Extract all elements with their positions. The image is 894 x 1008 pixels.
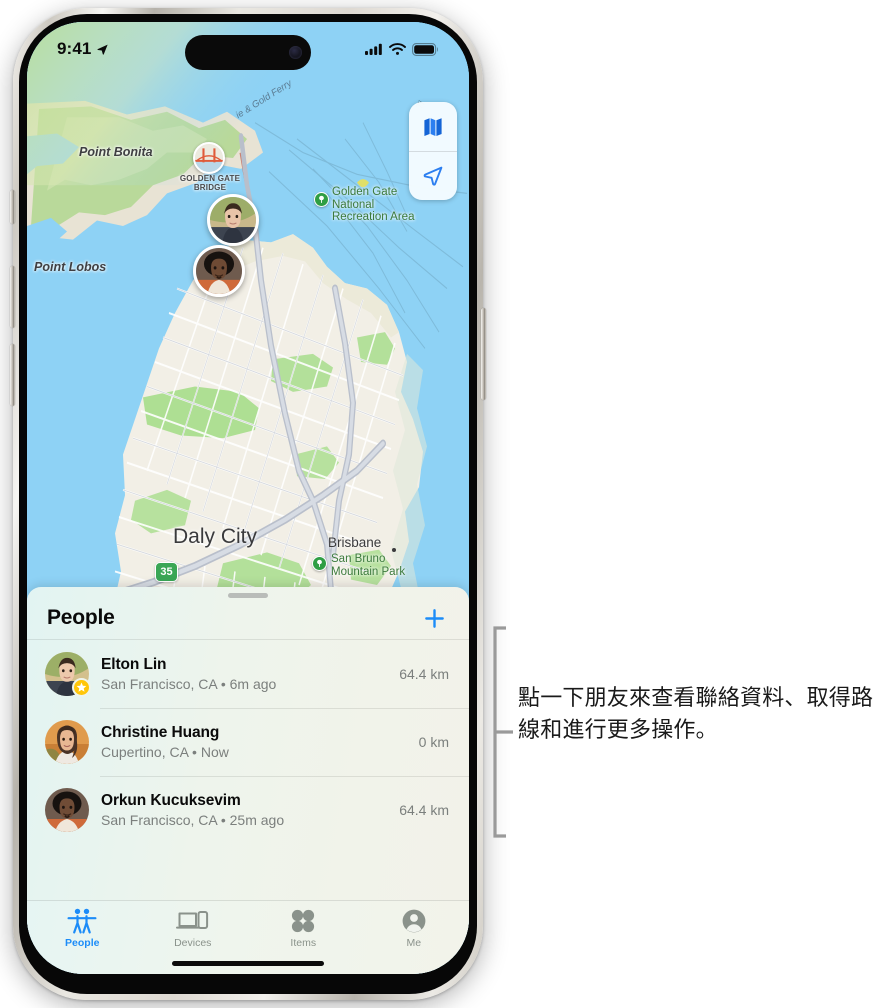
avatar-photo <box>45 788 89 832</box>
avatar-photo <box>45 720 89 764</box>
battery-full-icon <box>412 42 438 56</box>
folded-map-icon <box>424 117 442 136</box>
highway-shield-35: 35 <box>155 562 178 582</box>
four-dots-icon <box>292 909 315 933</box>
person-name: Christine Huang <box>101 723 220 741</box>
tree-icon <box>317 559 322 567</box>
home-indicator[interactable] <box>172 961 324 966</box>
person-distance: 64.4 km <box>399 802 449 818</box>
cellular-signal-icon <box>365 43 382 55</box>
status-bar-time-group: 9:41 <box>57 39 109 59</box>
power-button[interactable] <box>481 308 486 400</box>
tab-me[interactable]: Me <box>359 908 470 949</box>
avatar-photo <box>210 197 256 243</box>
map-avatar-orkun-kucuksevim[interactable] <box>193 245 245 297</box>
current-location-button[interactable] <box>409 151 457 200</box>
iphone-device-frame: Point Bonita Point Lobos ie & Gold Ferry… <box>10 8 486 1000</box>
person-name: Orkun Kucuksevim <box>101 791 241 809</box>
page-title: People <box>47 606 115 629</box>
volume-up-button[interactable] <box>10 266 15 328</box>
two-people-icon <box>67 908 97 934</box>
avatar <box>45 788 89 832</box>
tab-label: People <box>65 937 100 949</box>
tab-label: Me <box>406 937 422 949</box>
star-badge <box>72 678 91 697</box>
tab-items[interactable]: Items <box>248 908 359 949</box>
plus-icon <box>424 608 444 628</box>
volume-down-button[interactable] <box>10 344 15 406</box>
person-name: Elton Lin <box>101 655 167 673</box>
device-screen: Point Bonita Point Lobos ie & Gold Ferry… <box>27 22 469 974</box>
avatar-photo <box>196 248 242 294</box>
person-circle-icon <box>402 909 426 933</box>
tab-label: Items <box>290 937 317 949</box>
list-item[interactable]: Orkun Kucuksevim San Francisco, CA • 25m… <box>27 776 469 844</box>
add-person-button[interactable] <box>419 603 449 633</box>
navigation-arrow-icon <box>423 166 443 186</box>
san-bruno-park-pin[interactable] <box>312 556 327 571</box>
avatar-image <box>45 720 89 764</box>
golden-gate-nra-pin[interactable] <box>314 192 329 207</box>
tree-icon <box>319 195 324 203</box>
dynamic-island <box>185 35 311 70</box>
avatar <box>45 652 91 697</box>
person-distance: 64.4 km <box>399 666 449 682</box>
status-bar-indicators <box>365 42 439 56</box>
annotation-bracket <box>493 626 513 838</box>
list-item[interactable]: Christine Huang Cupertino, CA • Now 0 km <box>27 708 469 776</box>
avatar-image <box>45 788 89 832</box>
tab-people[interactable]: People <box>27 908 138 949</box>
location-arrow-icon <box>97 44 109 55</box>
list-item-text: Orkun Kucuksevim San Francisco, CA • 25m… <box>101 791 379 830</box>
person-location-time: San Francisco, CA • 25m ago <box>101 811 285 828</box>
list-item[interactable]: Elton Lin San Francisco, CA • 6m ago 64.… <box>27 640 469 708</box>
map-layers-button[interactable] <box>409 102 457 151</box>
list-item-text: Elton Lin San Francisco, CA • 6m ago <box>101 655 379 694</box>
avatar <box>45 720 89 764</box>
golden-gate-bridge-pin[interactable] <box>193 142 225 174</box>
bridge-icon <box>195 144 223 172</box>
tab-label: Devices <box>174 937 212 949</box>
list-item-text: Christine Huang Cupertino, CA • Now <box>101 723 399 762</box>
person-distance: 0 km <box>418 734 449 750</box>
map-avatar-elton-lin[interactable] <box>207 194 259 246</box>
brisbane-dot <box>392 548 396 552</box>
star-icon <box>76 682 87 692</box>
map-controls <box>409 102 457 200</box>
person-location-time: San Francisco, CA • 6m ago <box>101 675 277 692</box>
person-location-time: Cupertino, CA • Now <box>101 743 229 760</box>
status-bar-time: 9:41 <box>57 39 92 58</box>
annotation-text: 點一下朋友來查看聯絡資料、取得路線和進行更多操作。 <box>518 686 874 743</box>
front-camera-icon <box>289 46 302 59</box>
action-button[interactable] <box>10 190 15 224</box>
tab-devices[interactable]: Devices <box>138 908 249 949</box>
laptop-phone-icon <box>175 911 208 929</box>
wifi-icon <box>389 43 406 55</box>
sheet-grabber-handle[interactable] <box>228 593 268 598</box>
people-list: Elton Lin San Francisco, CA • 6m ago 64.… <box>27 639 469 844</box>
